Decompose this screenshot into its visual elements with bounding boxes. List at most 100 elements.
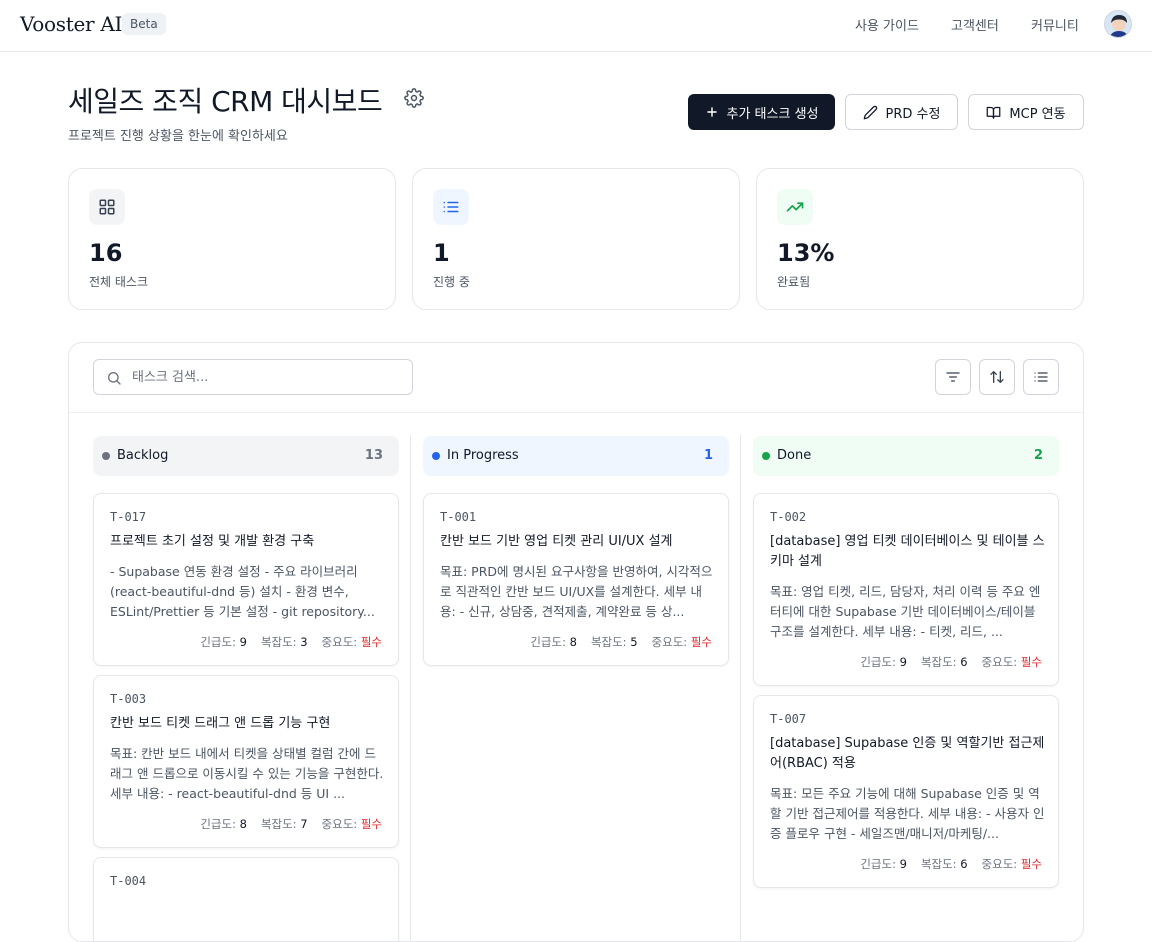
task-title: 칸반 보드 티켓 드래그 앤 드롭 기능 구현 — [110, 716, 331, 731]
task-card[interactable]: T-017 프로젝트 초기 설정 및 개발 환경 구축 - Supabase 연… — [93, 493, 399, 666]
complexity: 복잡도: 5 — [591, 634, 638, 650]
task-card[interactable]: T-007 [database] Supabase 인증 및 역할기반 접근제어… — [753, 695, 1059, 888]
settings-gear-icon[interactable] — [404, 88, 424, 108]
importance-label: 중요도: — [321, 635, 358, 649]
sort-arrows-icon — [990, 371, 1004, 383]
task-id: T-004 — [110, 874, 147, 888]
task-description: - Supabase 연동 환경 설정 - 주요 라이브러리 (react-be… — [110, 564, 375, 619]
search-input[interactable] — [132, 360, 402, 394]
beta-badge: Beta — [122, 13, 166, 35]
prd-edit-label: PRD 수정 — [885, 106, 941, 122]
pencil-icon — [863, 105, 877, 119]
task-description: 목표: PRD에 명시된 요구사항을 반영하여, 시각적으로 직관적인 칸반 보… — [440, 564, 713, 619]
column-count: 13 — [364, 448, 383, 463]
complexity-value: 7 — [300, 817, 308, 831]
task-title: 프로젝트 초기 설정 및 개발 환경 구축 — [110, 534, 315, 549]
status-dot — [102, 452, 110, 460]
filter-button[interactable] — [935, 359, 971, 395]
urgency-value: 9 — [899, 655, 907, 669]
column-header-in-progress: In Progress 1 — [423, 436, 729, 476]
urgency-value: 9 — [899, 857, 907, 871]
avatar[interactable] — [1104, 10, 1132, 38]
nav-link-community[interactable]: 커뮤니티 — [1031, 15, 1079, 34]
stat-value: 16 — [89, 239, 123, 267]
stat-value: 1 — [433, 239, 450, 267]
view-list-button[interactable] — [1023, 359, 1059, 395]
column-count: 2 — [1033, 448, 1043, 463]
complexity-label: 복잡도: — [260, 817, 297, 831]
mcp-connect-label: MCP 연동 — [1009, 106, 1066, 122]
column-divider — [740, 435, 741, 941]
urgency: 긴급도: 8 — [200, 816, 247, 832]
complexity: 복잡도: 7 — [261, 816, 308, 832]
trending-up-icon — [777, 189, 813, 225]
urgency: 긴급도: 9 — [200, 634, 247, 650]
task-meta: 긴급도: 8 복잡도: 5 중요도: 필수 — [530, 634, 712, 650]
logo[interactable]: Vooster AI — [20, 12, 122, 36]
urgency-label: 긴급도: — [200, 635, 236, 649]
importance: 중요도: 필수 — [322, 816, 382, 832]
stat-card-in-progress: 1 진행 중 — [412, 168, 740, 310]
task-card[interactable]: T-001 칸반 보드 기반 영업 티켓 관리 UI/UX 설계 목표: PRD… — [423, 493, 729, 666]
task-description: 목표: 칸반 보드 내에서 티켓을 상태별 컬럼 간에 드래그 앤 드롭으로 이… — [110, 746, 384, 801]
complexity: 복잡도: 6 — [921, 856, 968, 872]
task-meta: 긴급도: 9 복잡도: 3 중요도: 필수 — [200, 634, 382, 650]
task-card[interactable]: T-004 — [93, 857, 399, 941]
urgency-value: 8 — [239, 817, 247, 831]
urgency: 긴급도: 9 — [860, 654, 907, 670]
urgency: 긴급도: 9 — [860, 856, 907, 872]
page-title: 세일즈 조직 CRM 대시보드 — [68, 85, 383, 118]
create-task-label: 추가 태스크 생성 — [726, 106, 819, 122]
task-meta: 긴급도: 8 복잡도: 7 중요도: 필수 — [200, 816, 382, 832]
task-title: 칸반 보드 기반 영업 티켓 관리 UI/UX 설계 — [440, 534, 673, 549]
importance-value: 필수 — [360, 635, 382, 649]
nav-link-support[interactable]: 고객센터 — [951, 15, 999, 34]
task-meta: 긴급도: 9 복잡도: 6 중요도: 필수 — [860, 856, 1042, 872]
task-meta: 긴급도: 9 복잡도: 6 중요도: 필수 — [860, 654, 1042, 670]
stat-card-completed: 13% 완료됨 — [756, 168, 1084, 310]
complexity-label: 복잡도: — [590, 635, 627, 649]
urgency-label: 긴급도: — [860, 655, 896, 669]
importance: 중요도: 필수 — [982, 856, 1042, 872]
sort-button[interactable] — [979, 359, 1015, 395]
search-box[interactable] — [93, 359, 413, 395]
importance-value: 필수 — [690, 635, 712, 649]
importance-value: 필수 — [1020, 857, 1042, 871]
task-card[interactable]: T-003 칸반 보드 티켓 드래그 앤 드롭 기능 구현 목표: 칸반 보드 … — [93, 675, 399, 848]
board-toolbar — [69, 343, 1083, 413]
task-card[interactable]: T-002 [database] 영업 티켓 데이터베이스 및 테이블 스키마 … — [753, 493, 1059, 686]
task-description: 목표: 모든 주요 기능에 대해 Supabase 인증 및 역할 기반 접근제… — [770, 786, 1045, 841]
stat-label: 진행 중 — [433, 275, 470, 289]
create-task-button[interactable]: 추가 태스크 생성 — [688, 94, 835, 130]
stat-label: 전체 태스크 — [89, 275, 149, 289]
complexity-value: 6 — [960, 655, 968, 669]
task-title: [database] 영업 티켓 데이터베이스 및 테이블 스키마 설계 — [770, 534, 1045, 569]
column-divider — [410, 435, 411, 941]
importance-label: 중요도: — [651, 635, 688, 649]
importance: 중요도: 필수 — [982, 654, 1042, 670]
mcp-connect-button[interactable]: MCP 연동 — [968, 94, 1084, 130]
complexity-value: 3 — [300, 635, 308, 649]
column-count: 1 — [703, 448, 713, 463]
importance-label: 중요도: — [981, 655, 1018, 669]
task-title: [database] Supabase 인증 및 역할기반 접근제어(RBAC)… — [770, 736, 1045, 771]
complexity-label: 복잡도: — [920, 655, 957, 669]
urgency-value: 9 — [239, 635, 247, 649]
complexity: 복잡도: 6 — [921, 654, 968, 670]
task-description: 목표: 영업 티켓, 리드, 담당자, 처리 이력 등 주요 엔터티에 대한 S… — [770, 584, 1041, 639]
importance-label: 중요도: — [981, 857, 1018, 871]
stat-label: 완료됨 — [777, 275, 811, 289]
importance-label: 중요도: — [321, 817, 358, 831]
importance: 중요도: 필수 — [652, 634, 712, 650]
plus-icon — [706, 107, 717, 117]
prd-edit-button[interactable]: PRD 수정 — [845, 94, 958, 130]
complexity: 복잡도: 3 — [261, 634, 308, 650]
complexity-label: 복잡도: — [260, 635, 297, 649]
column-title: In Progress — [447, 448, 519, 463]
avatar-image — [1105, 11, 1131, 37]
urgency-value: 8 — [569, 635, 577, 649]
nav-link-guide[interactable]: 사용 가이드 — [855, 15, 919, 34]
complexity-value: 5 — [630, 635, 638, 649]
grid-icon — [89, 189, 125, 225]
column-header-done: Done 2 — [753, 436, 1059, 476]
